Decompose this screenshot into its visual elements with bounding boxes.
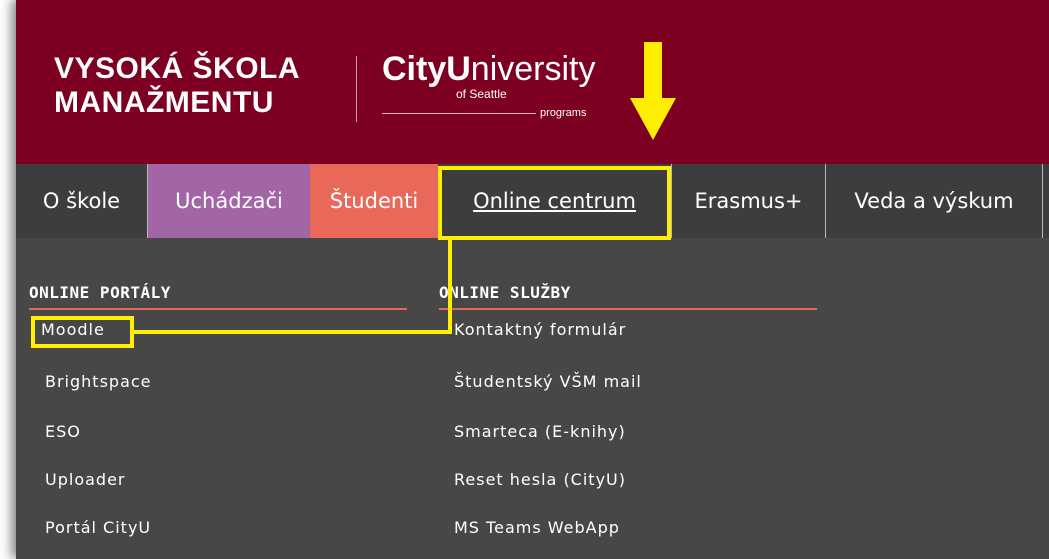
cityu-u: U <box>446 50 471 88</box>
link-portal-cityu[interactable]: Portál CityU <box>45 518 151 537</box>
link-eso[interactable]: ESO <box>45 422 81 441</box>
nav-erasmus-label: Erasmus+ <box>694 189 803 213</box>
nav-uchadzaci[interactable]: Uchádzači <box>148 164 310 238</box>
portals-rule <box>29 308 407 310</box>
moodle-highlight <box>31 316 134 348</box>
cityu-programs: programs <box>540 107 587 119</box>
nav-uchadzaci-label: Uchádzači <box>175 189 283 213</box>
cityu-logo[interactable]: CityUniversity of Seattle programs <box>382 50 596 119</box>
yellow-arrow-down-icon <box>630 42 676 140</box>
link-brightspace[interactable]: Brightspace <box>45 372 152 391</box>
link-reset-hesla[interactable]: Reset hesla (CityU) <box>454 470 626 489</box>
nav-veda-a-vyskum-label: Veda a výskum <box>854 189 1014 213</box>
link-uploader[interactable]: Uploader <box>45 470 125 489</box>
link-ms-teams-webapp[interactable]: MS Teams WebApp <box>454 518 620 537</box>
nav-erasmus[interactable]: Erasmus+ <box>671 164 826 238</box>
vsm-logo-line2: MANAŽMENTU <box>54 86 274 119</box>
vsm-logo-line1: VYSOKÁ ŠKOLA <box>54 52 301 85</box>
nav-studenti[interactable]: Študenti <box>310 164 438 238</box>
nav-o-skole[interactable]: O škole <box>16 164 148 238</box>
services-rule <box>439 308 817 310</box>
cityu-bold: City <box>382 50 447 88</box>
link-studentsky-vsm-mail[interactable]: Študentský VŠM mail <box>454 372 642 391</box>
nav-o-skole-label: O škole <box>42 189 121 213</box>
cityu-line <box>382 113 536 114</box>
cityu-logo-name: CityUniversity <box>382 50 596 88</box>
site-header: VYSOKÁ ŠKOLA MANAŽMENTU CityUniversity o… <box>16 0 1049 164</box>
portals-heading: ONLINE PORTÁLY <box>29 283 171 302</box>
link-smarteca[interactable]: Smarteca (E-knihy) <box>454 422 626 441</box>
link-kontaktny-formular[interactable]: Kontaktný formulár <box>454 320 626 339</box>
connector-horizontal <box>132 330 452 334</box>
logo-divider <box>356 56 357 122</box>
services-heading: ONLINE SLUŽBY <box>439 283 571 302</box>
vsm-logo[interactable]: VYSOKÁ ŠKOLA MANAŽMENTU <box>54 52 300 120</box>
nav-studenti-label: Študenti <box>329 189 419 213</box>
online-centrum-highlight <box>438 166 671 240</box>
cityu-subtitle: of Seattle <box>456 87 507 101</box>
connector-vertical <box>448 238 452 334</box>
cityu-rest: niversity <box>470 50 596 88</box>
page-frame: VYSOKÁ ŠKOLA MANAŽMENTU CityUniversity o… <box>16 0 1049 559</box>
nav-veda-a-vyskum[interactable]: Veda a výskum <box>826 164 1043 238</box>
